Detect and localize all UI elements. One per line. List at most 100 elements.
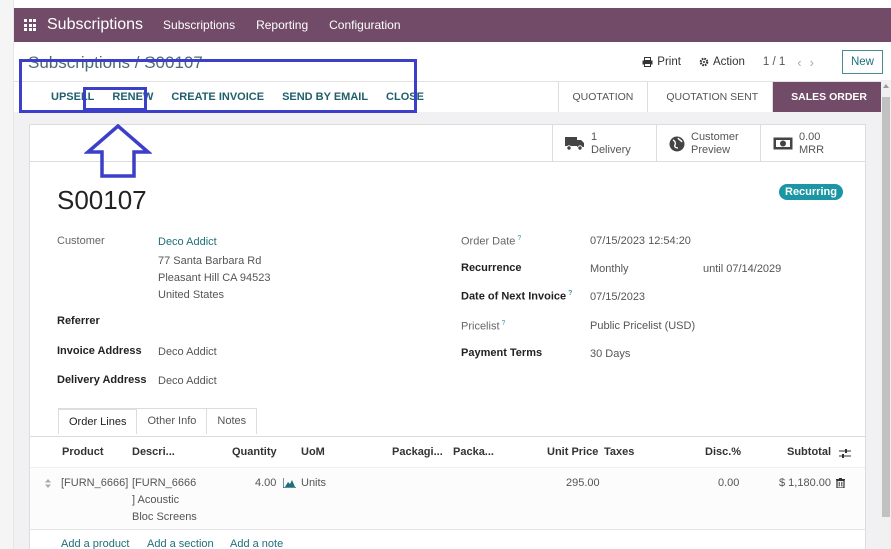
col-unit-price[interactable]: Unit Price	[547, 446, 598, 458]
line-description-3[interactable]: Bloc Screens	[132, 511, 197, 523]
line-product[interactable]: [FURN_6666]	[61, 477, 128, 489]
gear-icon	[699, 57, 709, 67]
annotation-up-arrow-icon	[84, 124, 152, 178]
delivery-address-value[interactable]: Deco Addict	[158, 375, 217, 387]
add-note-link[interactable]: Add a note	[230, 538, 283, 549]
create-invoice-button[interactable]: CREATE INVOICE	[162, 91, 273, 103]
menu-subscriptions[interactable]: Subscriptions	[163, 18, 235, 32]
scroll-thumb[interactable]	[882, 97, 890, 517]
delivery-label: Delivery	[591, 143, 631, 156]
notebook-tabs: Order Lines Other Info Notes	[58, 408, 258, 434]
scroll-up-arrow-icon[interactable]	[883, 84, 889, 88]
preview-line2: Preview	[691, 143, 731, 156]
form-sheet: 1 Delivery Customer Preview 0.00 MRR Recurr…	[29, 124, 866, 549]
recurrence-label: Recurrence	[461, 262, 522, 274]
line-description-1[interactable]: [FURN_6666	[132, 477, 196, 489]
col-subtotal[interactable]: Subtotal	[787, 446, 831, 458]
recurrence-until[interactable]: until 07/14/2029	[703, 263, 781, 275]
payment-terms-label: Payment Terms	[461, 347, 543, 359]
order-date-value[interactable]: 07/15/2023 12:54:20	[590, 235, 691, 247]
pager-value[interactable]: 1 / 1	[763, 56, 785, 68]
tab-notes[interactable]: Notes	[206, 408, 258, 434]
mrr-smart-button[interactable]: 0.00 MRR	[760, 125, 865, 162]
vertical-scrollbar[interactable]	[881, 80, 891, 549]
mrr-label: MRR	[799, 143, 825, 156]
col-product[interactable]: Product	[62, 446, 104, 458]
action-label: Action	[712, 56, 745, 68]
stage-quotation[interactable]: QUOTATION	[557, 82, 648, 112]
recurring-badge: Recurring	[779, 184, 843, 200]
drag-handle-icon[interactable]	[45, 479, 51, 488]
line-discount[interactable]: 0.00	[718, 477, 739, 489]
next-invoice-value[interactable]: 07/15/2023	[590, 291, 645, 303]
order-date-label: Order Date?	[461, 235, 522, 248]
chevron-left-icon[interactable]: ‹	[797, 55, 809, 70]
payment-terms-value[interactable]: 30 Days	[590, 348, 630, 360]
action-button[interactable]: Action	[699, 56, 745, 68]
col-uom[interactable]: UoM	[301, 446, 325, 458]
forecast-chart-icon[interactable]	[283, 478, 296, 488]
mrr-value: 0.00	[799, 130, 821, 143]
invoice-address-label: Invoice Address	[57, 345, 142, 357]
printer-icon	[642, 57, 653, 67]
tabs-divider	[30, 436, 865, 437]
renew-button[interactable]: RENEW	[103, 91, 162, 103]
new-button[interactable]: New	[841, 50, 883, 74]
trash-icon[interactable]	[836, 478, 845, 488]
money-icon	[773, 137, 793, 150]
col-discount[interactable]: Disc.%	[705, 446, 741, 458]
send-by-email-button[interactable]: SEND BY EMAIL	[273, 91, 377, 103]
breadcrumb[interactable]: Subscriptions / S00107	[28, 53, 203, 73]
pricelist-value[interactable]: Public Pricelist (USD)	[590, 320, 695, 332]
print-button[interactable]: Print	[642, 56, 681, 68]
col-description[interactable]: Descri...	[132, 446, 175, 458]
referrer-label: Referrer	[57, 315, 100, 327]
line-unit-price[interactable]: 295.00	[566, 477, 600, 489]
col-packaging[interactable]: Packagi...	[392, 446, 443, 458]
header-buttons: UPSELL RENEW CREATE INVOICE SEND BY EMAI…	[28, 82, 433, 112]
preview-line1: Customer	[691, 130, 739, 143]
delivery-address-label: Delivery Address	[57, 374, 147, 386]
line-description-2[interactable]: ] Acoustic	[132, 494, 179, 506]
app-name[interactable]: Subscriptions	[47, 16, 143, 34]
help-icon: ?	[501, 320, 506, 327]
control-panel: Subscriptions / S00107 Print Action 1 / …	[14, 42, 891, 112]
menu-configuration[interactable]: Configuration	[329, 18, 400, 32]
next-invoice-label: Date of Next Invoice?	[461, 290, 573, 303]
delivery-count: 1	[591, 130, 598, 143]
stage-quotation-sent[interactable]: QUOTATION SENT	[647, 82, 773, 112]
truck-icon	[565, 137, 584, 151]
tab-other-info[interactable]: Other Info	[136, 408, 208, 434]
address-line1: 77 Santa Barbara Rd	[158, 255, 262, 267]
tab-order-lines[interactable]: Order Lines	[58, 408, 138, 434]
col-taxes[interactable]: Taxes	[604, 446, 634, 458]
left-gutter	[0, 0, 14, 549]
upsell-button[interactable]: UPSELL	[28, 91, 103, 103]
col-packaging-qty[interactable]: Packa...	[453, 446, 494, 458]
close-button[interactable]: CLOSE	[377, 91, 433, 103]
help-icon: ?	[568, 290, 573, 297]
pricelist-label: Pricelist?	[461, 320, 506, 333]
chevron-right-icon[interactable]: ›	[810, 55, 822, 70]
line-quantity[interactable]: 4.00	[255, 477, 276, 489]
invoice-address-value[interactable]: Deco Addict	[158, 346, 217, 358]
customer-preview-button[interactable]: Customer Preview	[656, 125, 760, 162]
pager-arrows[interactable]: ‹›	[797, 55, 822, 70]
address-line3: United States	[158, 289, 225, 301]
print-label: Print	[657, 56, 681, 68]
menu-reporting[interactable]: Reporting	[256, 18, 308, 32]
column-settings-icon[interactable]	[839, 448, 851, 459]
status-bar: QUOTATION QUOTATION SENT SALES ORDER	[557, 82, 881, 112]
smart-buttons: 1 Delivery Customer Preview 0.00 MRR	[30, 125, 865, 162]
line-subtotal: $ 1,180.00	[779, 477, 831, 489]
add-product-link[interactable]: Add a product	[61, 538, 130, 549]
delivery-smart-button[interactable]: 1 Delivery	[552, 125, 656, 162]
add-section-link[interactable]: Add a section	[147, 538, 214, 549]
stage-sales-order[interactable]: SALES ORDER	[772, 82, 881, 112]
apps-grid-icon[interactable]	[24, 19, 36, 31]
recurrence-value[interactable]: Monthly	[590, 263, 629, 275]
customer-label: Customer	[57, 235, 105, 247]
customer-link[interactable]: Deco Addict	[158, 236, 217, 248]
line-uom[interactable]: Units	[301, 477, 326, 489]
col-quantity[interactable]: Quantity	[232, 446, 277, 458]
